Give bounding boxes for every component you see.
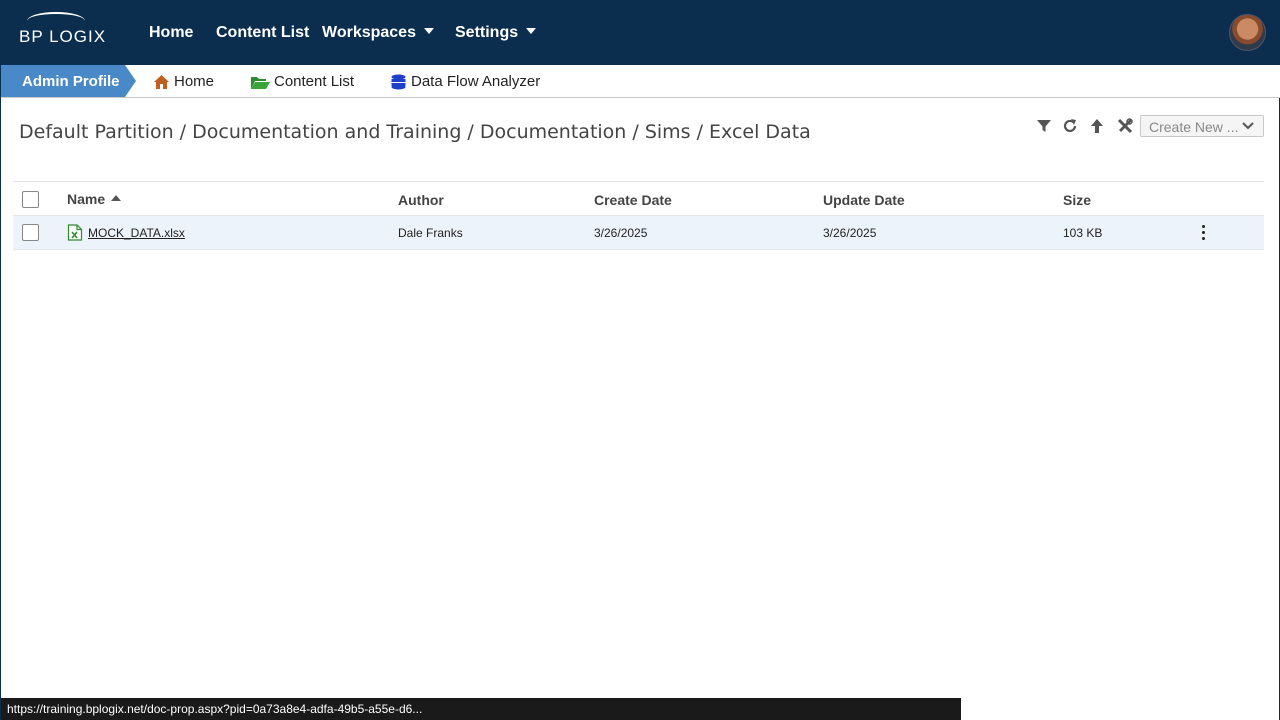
subnav-bar: Admin Profile Home Content List Data Flo…	[1, 65, 1280, 98]
column-name-label: Name	[67, 191, 106, 207]
nav-settings[interactable]: Settings	[455, 24, 537, 42]
logo-text: BP LOGIX	[19, 27, 107, 46]
caret-down-icon	[526, 27, 537, 34]
create-date-cell: 3/26/2025	[594, 226, 648, 240]
subnav-content-list[interactable]: Content List	[250, 73, 354, 90]
subnav-home[interactable]: Home	[153, 73, 214, 90]
select-all-checkbox[interactable]	[22, 191, 39, 208]
column-update-date-header[interactable]: Update Date	[823, 192, 905, 208]
subnav-data-flow-analyzer-label: Data Flow Analyzer	[411, 73, 541, 90]
column-create-date-header[interactable]: Create Date	[594, 192, 672, 208]
sort-ascending-icon	[111, 195, 122, 202]
tools-icon[interactable]	[1116, 117, 1134, 135]
top-navbar: BP LOGIX Home Content List Workspaces Se…	[1, 0, 1280, 65]
up-arrow-icon[interactable]	[1088, 117, 1106, 135]
nav-settings-label: Settings	[455, 24, 519, 41]
table-header: Name Author Create Date Update Date Size	[13, 182, 1264, 216]
refresh-icon[interactable]	[1061, 117, 1079, 135]
user-avatar[interactable]	[1229, 14, 1266, 51]
column-size-header[interactable]: Size	[1063, 192, 1091, 208]
file-link[interactable]: MOCK_DATA.xlsx	[67, 224, 185, 241]
filter-icon[interactable]	[1035, 117, 1053, 135]
database-icon	[391, 74, 406, 89]
column-author-header[interactable]: Author	[398, 192, 444, 208]
create-new-label: Create New ...	[1149, 119, 1239, 135]
row-actions-kebab-icon[interactable]	[1197, 225, 1209, 241]
home-icon	[154, 74, 169, 89]
status-bar-url: https://training.bplogix.net/doc-prop.as…	[1, 698, 961, 720]
subnav-content-list-label: Content List	[274, 73, 355, 90]
tab-arrow	[125, 65, 136, 97]
update-date-cell: 3/26/2025	[823, 226, 877, 240]
author-cell: Dale Franks	[398, 226, 463, 240]
create-new-dropdown[interactable]: Create New ...	[1140, 115, 1264, 137]
content-table: Name Author Create Date Update Date Size…	[13, 181, 1264, 250]
excel-file-icon	[67, 224, 83, 241]
chevron-down-icon	[1242, 122, 1254, 130]
size-cell: 103 KB	[1063, 226, 1103, 240]
subnav-home-label: Home	[174, 73, 215, 90]
nav-content-list[interactable]: Content List	[216, 24, 309, 42]
breadcrumb: Default Partition / Documentation and Tr…	[19, 121, 811, 143]
nav-workspaces[interactable]: Workspaces	[322, 24, 434, 42]
nav-workspaces-label: Workspaces	[322, 24, 416, 41]
bplogix-logo[interactable]: BP LOGIX	[19, 12, 106, 46]
folder-open-icon	[251, 76, 270, 89]
nav-home[interactable]: Home	[149, 24, 193, 42]
file-name: MOCK_DATA.xlsx	[88, 225, 185, 240]
admin-profile-tab[interactable]: Admin Profile	[1, 65, 136, 97]
subnav-data-flow-analyzer[interactable]: Data Flow Analyzer	[390, 73, 540, 90]
table-row[interactable]: MOCK_DATA.xlsx Dale Franks 3/26/2025 3/2…	[13, 216, 1264, 250]
admin-profile-label: Admin Profile	[22, 73, 120, 90]
caret-down-icon	[423, 27, 434, 34]
column-name-header[interactable]: Name	[67, 191, 122, 207]
row-checkbox[interactable]	[22, 224, 39, 241]
